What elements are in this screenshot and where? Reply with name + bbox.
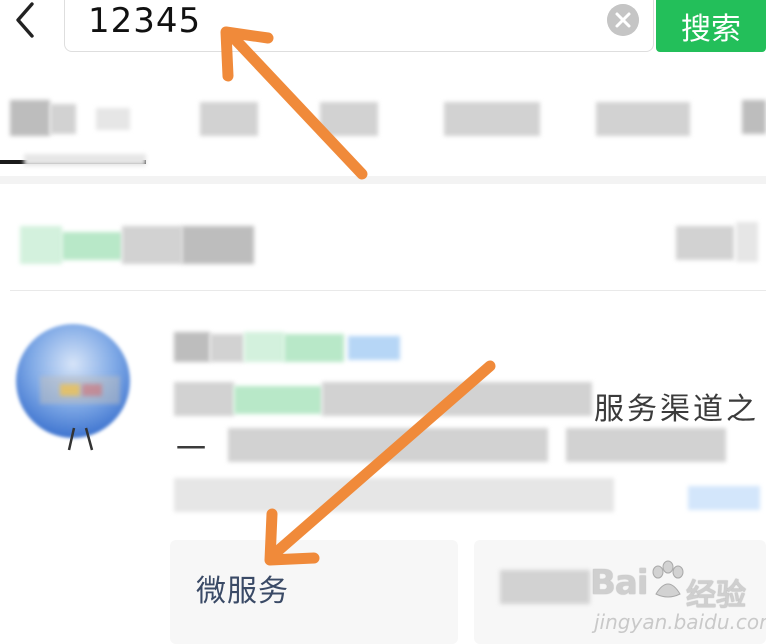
watermark-text-cn: 经验 xyxy=(686,578,746,613)
desc-blur xyxy=(234,386,322,414)
avatar-blur xyxy=(82,384,102,396)
tab-blur xyxy=(96,108,130,130)
service-card-blur xyxy=(500,570,590,604)
avatar-figure-icon xyxy=(67,427,94,451)
desc-blur xyxy=(174,382,234,416)
watermark-url: jingyan.baidu.com xyxy=(594,610,766,634)
description-text-line2: 一 xyxy=(176,432,206,467)
paw-icon xyxy=(652,560,684,598)
row-blur xyxy=(62,232,122,260)
back-chevron-icon[interactable] xyxy=(6,0,46,42)
desc-blur xyxy=(174,478,614,512)
section-separator xyxy=(0,176,766,184)
search-button[interactable]: 搜索 xyxy=(656,0,766,52)
tab-blur[interactable] xyxy=(742,100,766,134)
tab-blur[interactable] xyxy=(444,102,540,136)
row-blur xyxy=(676,226,734,260)
tab-blur[interactable] xyxy=(10,100,50,136)
avatar-blur xyxy=(40,376,120,404)
search-input-value[interactable]: 12345 xyxy=(88,0,201,42)
avatar-blur xyxy=(60,384,80,396)
tab-blur[interactable] xyxy=(320,102,378,136)
row-blur xyxy=(182,226,254,264)
tab-blur xyxy=(50,104,76,134)
desc-blur xyxy=(566,428,726,462)
service-card-label[interactable]: 微服务 xyxy=(196,566,289,610)
description-text-tail: 服务渠道之 xyxy=(594,392,759,427)
row-blur xyxy=(736,222,758,262)
row-blur xyxy=(122,226,182,264)
tab-blur xyxy=(24,154,146,166)
title-blur xyxy=(244,332,284,362)
more-link[interactable] xyxy=(688,486,760,510)
tab-blur[interactable] xyxy=(596,102,690,136)
title-blur xyxy=(284,334,344,362)
title-blur xyxy=(210,334,244,362)
title-blur xyxy=(174,332,210,362)
divider xyxy=(10,290,766,291)
clear-icon[interactable] xyxy=(607,4,639,36)
watermark-text: Bai xyxy=(590,563,649,603)
desc-blur xyxy=(228,428,548,462)
verified-badge xyxy=(348,336,400,360)
row-blur xyxy=(20,226,62,264)
desc-blur xyxy=(322,382,592,416)
tab-blur[interactable] xyxy=(200,102,258,136)
